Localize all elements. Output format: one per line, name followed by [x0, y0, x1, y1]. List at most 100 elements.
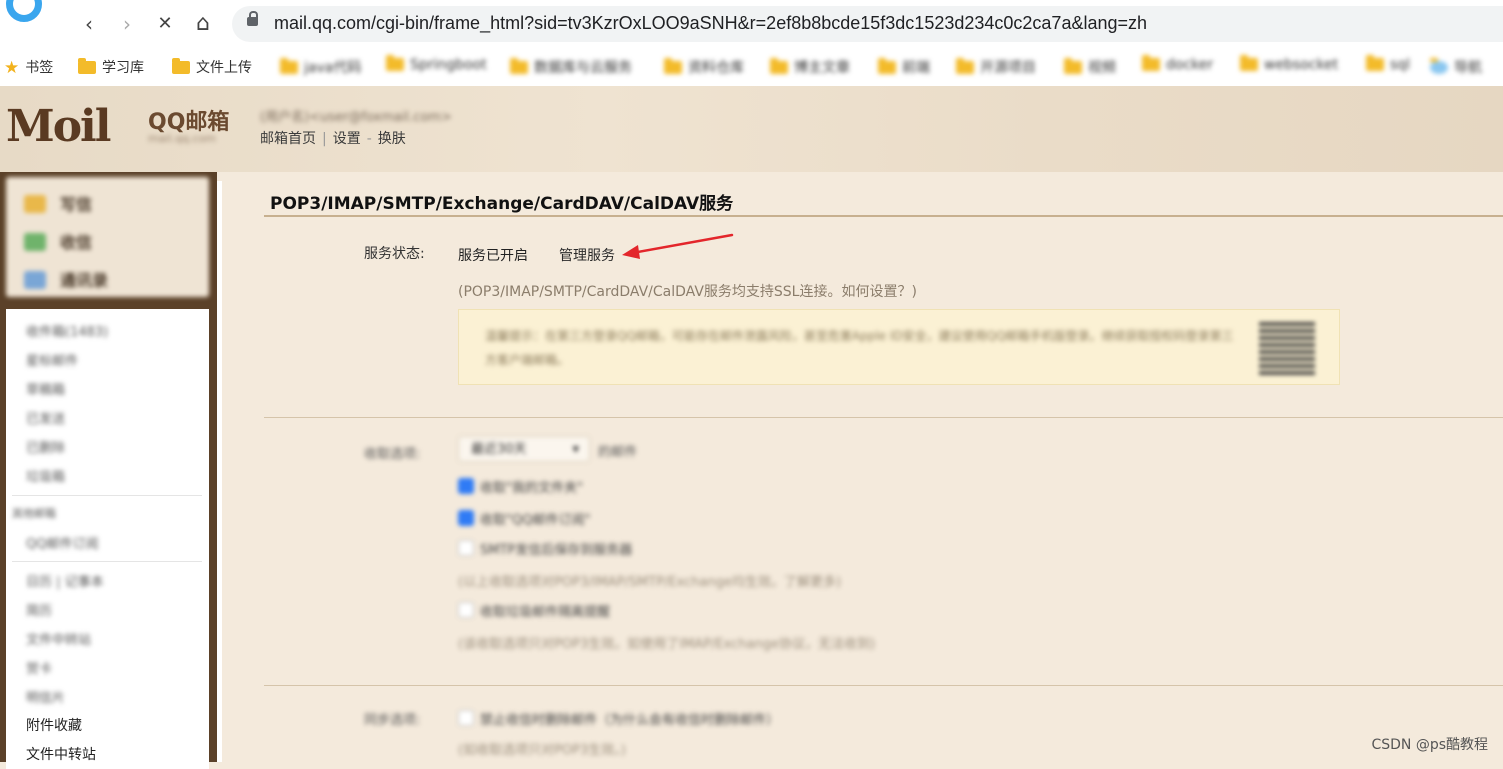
stop-icon[interactable]: ✕: [152, 11, 178, 37]
bookmark-item[interactable]: 博主文章: [770, 57, 850, 77]
sync-note: (如收取选项只对POP3生效。): [458, 743, 626, 758]
sidebar-item-spam[interactable]: 垃圾箱: [26, 466, 65, 485]
bookmark-item[interactable]: 数据库与云服务: [510, 57, 632, 77]
url-text: mail.qq.com/cgi-bin/frame_html?sid=tv3Kz…: [274, 13, 1148, 33]
folder-icon: [172, 58, 190, 74]
sidebar-item-starred[interactable]: 星标邮件: [26, 350, 78, 369]
bookmark-item[interactable]: 文件上传: [172, 57, 262, 77]
sidebar: 写信 收信 通讯录 收件箱(1483) 星标邮件 草稿箱 已发送 已删除 垃圾箱…: [0, 172, 217, 769]
divider: [12, 495, 202, 496]
sync-options-label: 同步选项:: [364, 713, 421, 728]
options-note: (以上收取选项对POP3/IMAP/SMTP/Exchange均生效。了解更多): [458, 575, 842, 590]
sidebar-item-inbox[interactable]: 收件箱(1483): [26, 321, 108, 340]
home-icon[interactable]: ⌂: [190, 11, 216, 37]
folder-list: 收件箱(1483) 星标邮件 草稿箱 已发送 已删除 垃圾箱 其他邮箱 QQ邮件…: [6, 309, 209, 769]
bookmark-item[interactable]: ★ 书签: [4, 57, 53, 78]
folder-icon: [878, 58, 896, 74]
manage-service-link[interactable]: 管理服务: [559, 245, 615, 265]
bookmark-item[interactable]: Springboot: [386, 55, 487, 77]
contacts-button[interactable]: 通讯录: [24, 267, 204, 293]
watermark: CSDN @ps酷教程: [1371, 737, 1488, 753]
contacts-icon: [24, 271, 46, 289]
bookmark-item[interactable]: 资料仓库: [664, 57, 744, 77]
service-status-label: 服务状态:: [364, 246, 425, 262]
checkbox-icon[interactable]: [458, 510, 474, 526]
sidebar-item-deleted[interactable]: 已删除: [26, 437, 65, 456]
option-smtp-save[interactable]: SMTP发信后保存到服务器: [458, 539, 632, 558]
receive-range-suffix: 的邮件: [598, 445, 638, 460]
spam-note: (该收取选项只对POP3生效。如使用了IMAP/Exchange协议，无法收到): [458, 637, 876, 652]
bookmarks-bar: ★ 书签 学习库 文件上传 java代码 Springboot 数据库与云服务 资…: [0, 48, 1503, 86]
bookmark-item[interactable]: websocket: [1240, 55, 1338, 77]
settings-panel: POP3/IMAP/SMTP/Exchange/CardDAV/CalDAV服务…: [222, 181, 1503, 762]
logo-subtitle: mail.qq.com: [148, 132, 217, 145]
sidebar-item-file-transfer[interactable]: 文件中转站: [26, 744, 96, 764]
folder-icon: [1366, 55, 1384, 71]
folder-icon: [78, 58, 96, 74]
settings-link[interactable]: 设置: [333, 131, 361, 147]
folder-icon: [1240, 55, 1258, 71]
sidebar-item-cards[interactable]: 贺卡: [26, 658, 52, 677]
lock-icon: [247, 11, 258, 26]
bookmark-item[interactable]: 导航: [1430, 57, 1482, 77]
folder-icon: [510, 58, 528, 74]
sidebar-item-other[interactable]: 其他邮箱: [12, 505, 56, 521]
folder-icon: [770, 58, 788, 74]
sidebar-item-subscription[interactable]: QQ邮件订阅: [26, 533, 98, 552]
option-no-delete[interactable]: 禁止收信时删除邮件（为什么会有收信时删除邮件）: [458, 709, 779, 728]
sidebar-item-postcards[interactable]: 明信片: [26, 687, 65, 706]
receive-range-select[interactable]: 最近30天 ▾: [458, 436, 590, 462]
globe-icon: [1430, 58, 1448, 74]
inbox-icon: [24, 233, 46, 251]
divider: [12, 561, 202, 562]
pen-icon: [24, 195, 46, 213]
sidebar-item-calendar[interactable]: 日历 | 记事本: [26, 571, 104, 590]
bookmark-item[interactable]: 学习库: [78, 57, 144, 77]
folder-icon: [1064, 58, 1082, 74]
sidebar-item-transfer[interactable]: 文件中转站: [26, 629, 91, 648]
checkbox-icon[interactable]: [458, 478, 474, 494]
bookmark-item[interactable]: docker: [1142, 55, 1213, 77]
mail-header: Moil QQ邮箱 mail.qq.com (用户名)<user@foxmail…: [0, 86, 1503, 172]
checkbox-icon[interactable]: [458, 540, 474, 556]
folder-icon: [664, 58, 682, 74]
mail-logo: Moil: [6, 101, 111, 152]
option-spam-alert[interactable]: 收取垃圾邮件隔离提醒: [458, 601, 610, 620]
checkbox-icon[interactable]: [458, 710, 474, 726]
compose-button[interactable]: 写信: [24, 191, 204, 217]
mailbox-home-link[interactable]: 邮箱首页: [260, 131, 316, 147]
browser-toolbar: ‹ › ✕ ⌂ mail.qq.com/cgi-bin/frame_html?s…: [0, 0, 1503, 48]
sidebar-item-resume[interactable]: 简历: [26, 600, 52, 619]
sidebar-actions: 写信 收信 通讯录: [6, 177, 209, 297]
title-divider: [264, 215, 1503, 217]
folder-icon: [386, 55, 404, 71]
security-warning: 温馨提示：在第三方登录QQ邮箱，可能存在邮件泄露风险，甚至危害Apple ID安…: [458, 309, 1340, 385]
option-my-folders[interactable]: 收取"我的文件夹": [458, 477, 583, 496]
folder-icon: [280, 58, 298, 74]
forward-icon[interactable]: ›: [114, 11, 140, 37]
folder-icon: [956, 58, 974, 74]
bookmark-item[interactable]: 前端: [878, 57, 930, 77]
red-arrow-icon: [622, 233, 734, 259]
checkbox-icon[interactable]: [458, 602, 474, 618]
chevron-down-icon: ▾: [572, 442, 579, 457]
header-links: 邮箱首页 | 设置 - 换肤: [260, 131, 406, 147]
bookmark-item[interactable]: java代码: [280, 57, 361, 77]
ssl-note: (POP3/IMAP/SMTP/CardDAV/CalDAV服务均支持SSL连接…: [458, 284, 917, 300]
receive-options-label: 收取选项:: [364, 447, 421, 462]
section-divider: [264, 685, 1503, 686]
change-skin-link[interactable]: 换肤: [378, 131, 406, 147]
receive-button[interactable]: 收信: [24, 229, 204, 255]
sidebar-item-sent[interactable]: 已发送: [26, 408, 65, 427]
folder-icon: [1142, 55, 1160, 71]
bookmark-item[interactable]: sql: [1366, 55, 1410, 77]
bookmark-item[interactable]: 开源项目: [956, 57, 1036, 77]
address-bar[interactable]: mail.qq.com/cgi-bin/frame_html?sid=tv3Kz…: [232, 6, 1503, 42]
sidebar-item-attachments[interactable]: 附件收藏: [26, 715, 82, 735]
bookmark-item[interactable]: 视频: [1064, 57, 1116, 77]
star-icon: ★: [4, 58, 20, 78]
option-subscription[interactable]: 收取"QQ邮件订阅": [458, 509, 590, 528]
sidebar-item-drafts[interactable]: 草稿箱: [26, 379, 65, 398]
section-divider: [264, 417, 1503, 418]
back-icon[interactable]: ‹: [76, 11, 102, 37]
